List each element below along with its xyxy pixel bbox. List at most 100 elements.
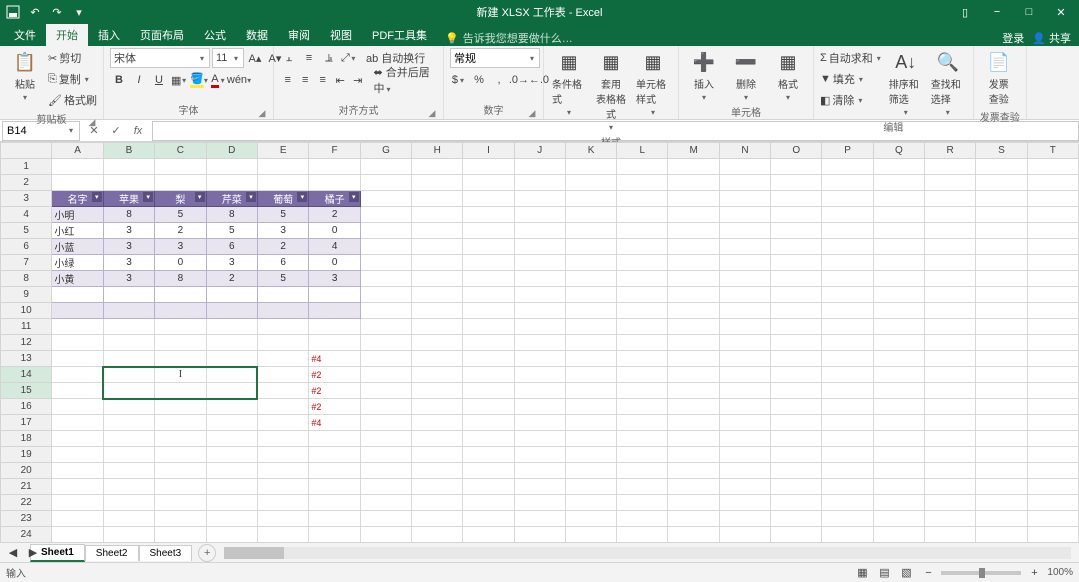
cell[interactable] (1027, 479, 1078, 495)
cell[interactable] (1027, 175, 1078, 191)
cell[interactable] (873, 159, 924, 175)
cell[interactable]: 5 (257, 207, 308, 223)
cell[interactable] (257, 479, 308, 495)
cell[interactable] (103, 447, 154, 463)
cell[interactable] (103, 335, 154, 351)
cell[interactable] (103, 383, 154, 399)
cell[interactable] (617, 495, 668, 511)
cell[interactable] (924, 271, 975, 287)
cell[interactable] (155, 431, 206, 447)
cell[interactable] (873, 479, 924, 495)
col-header[interactable]: E (257, 143, 308, 159)
tab-home[interactable]: 开始 (46, 24, 88, 46)
cell[interactable] (52, 431, 103, 447)
cell[interactable] (719, 463, 770, 479)
cell[interactable] (976, 303, 1027, 319)
cell[interactable] (617, 463, 668, 479)
cell[interactable] (412, 223, 463, 239)
cell[interactable] (360, 431, 411, 447)
cell[interactable] (103, 319, 154, 335)
cell[interactable] (155, 303, 206, 319)
cell[interactable] (206, 303, 257, 319)
cell[interactable] (771, 303, 822, 319)
cell[interactable] (206, 447, 257, 463)
cell[interactable] (873, 463, 924, 479)
cell[interactable]: 5 (206, 223, 257, 239)
font-color-button[interactable]: A▾ (210, 71, 228, 89)
cell[interactable] (1027, 303, 1078, 319)
col-header[interactable]: F (309, 143, 360, 159)
cell[interactable] (412, 399, 463, 415)
cell[interactable]: #2 (309, 367, 360, 383)
orientation-icon[interactable]: ⤢▾ (340, 49, 358, 67)
sheet-tab-2[interactable]: Sheet2 (85, 545, 139, 561)
cell[interactable] (873, 383, 924, 399)
cell[interactable] (155, 287, 206, 303)
maximize-button[interactable]: □ (1015, 2, 1043, 22)
conditional-format-button[interactable]: ▦条件格式▾ (550, 48, 588, 118)
cell[interactable] (924, 511, 975, 527)
cell[interactable] (565, 511, 616, 527)
cell[interactable] (668, 335, 719, 351)
cell[interactable] (206, 463, 257, 479)
cell[interactable] (873, 335, 924, 351)
cell[interactable] (719, 255, 770, 271)
cell[interactable] (924, 479, 975, 495)
cell[interactable] (1027, 495, 1078, 511)
cell[interactable] (309, 495, 360, 511)
cell[interactable] (463, 463, 514, 479)
cell[interactable] (924, 239, 975, 255)
cell[interactable] (873, 287, 924, 303)
cell[interactable] (617, 239, 668, 255)
cell[interactable] (309, 511, 360, 527)
cell[interactable] (924, 463, 975, 479)
cell[interactable] (617, 431, 668, 447)
cell[interactable] (771, 335, 822, 351)
cell[interactable] (514, 447, 565, 463)
cell[interactable] (360, 271, 411, 287)
cell[interactable] (565, 367, 616, 383)
comma-icon[interactable]: , (490, 71, 508, 89)
cell[interactable] (668, 415, 719, 431)
cell[interactable] (771, 447, 822, 463)
cell[interactable] (668, 431, 719, 447)
cell[interactable] (514, 255, 565, 271)
cell[interactable] (719, 511, 770, 527)
cell[interactable] (668, 287, 719, 303)
cell[interactable] (463, 255, 514, 271)
cell[interactable] (360, 367, 411, 383)
cell[interactable] (412, 415, 463, 431)
cell[interactable] (976, 255, 1027, 271)
cell[interactable] (771, 207, 822, 223)
cell[interactable] (463, 479, 514, 495)
cell[interactable] (463, 367, 514, 383)
cell[interactable] (668, 319, 719, 335)
cell[interactable] (463, 431, 514, 447)
cell[interactable] (565, 271, 616, 287)
cell[interactable] (668, 527, 719, 543)
italic-button[interactable]: I (130, 71, 148, 89)
cell[interactable] (976, 287, 1027, 303)
cell[interactable] (52, 175, 103, 191)
cell[interactable] (52, 495, 103, 511)
cell[interactable] (360, 175, 411, 191)
cell[interactable] (617, 351, 668, 367)
cell[interactable]: #4 (309, 351, 360, 367)
row-header[interactable]: 1 (1, 159, 52, 175)
cell[interactable] (52, 383, 103, 399)
cell[interactable] (1027, 335, 1078, 351)
cell[interactable] (565, 527, 616, 543)
cell[interactable]: 6 (206, 239, 257, 255)
cell[interactable] (309, 479, 360, 495)
cell[interactable] (360, 351, 411, 367)
col-header[interactable]: Q (873, 143, 924, 159)
cell[interactable] (412, 303, 463, 319)
cell[interactable] (873, 319, 924, 335)
cell[interactable] (463, 271, 514, 287)
cell[interactable]: 2 (155, 223, 206, 239)
cell[interactable] (360, 495, 411, 511)
cell[interactable] (771, 159, 822, 175)
cell[interactable] (924, 527, 975, 543)
cell[interactable] (463, 447, 514, 463)
row-header[interactable]: 19 (1, 447, 52, 463)
